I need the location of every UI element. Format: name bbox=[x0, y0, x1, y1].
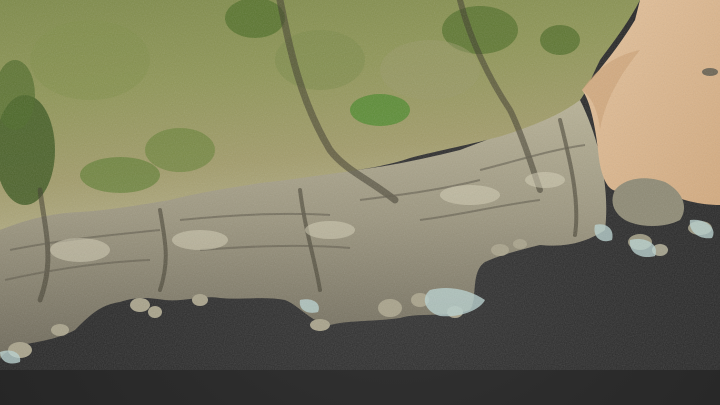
surface-texture bbox=[0, 0, 720, 370]
coastal-cliff-3d-model[interactable] bbox=[0, 0, 720, 405]
model-viewport[interactable] bbox=[0, 0, 720, 405]
